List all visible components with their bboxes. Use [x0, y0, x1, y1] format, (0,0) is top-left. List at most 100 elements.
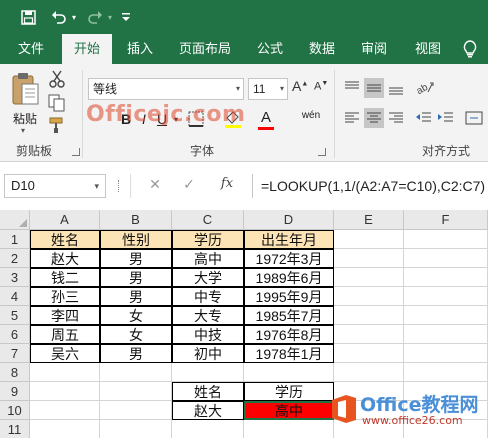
tab-file[interactable]: 文件	[6, 34, 56, 64]
row-header-4[interactable]: 4	[0, 287, 30, 306]
paste-button[interactable]: 粘贴 ▾	[8, 68, 42, 135]
enter-icon[interactable]: ✓	[180, 176, 198, 196]
tell-me-lightbulb-icon[interactable]	[462, 40, 478, 58]
table-cell[interactable]: 1972年3月	[244, 249, 334, 268]
cell-empty[interactable]	[172, 363, 244, 382]
tab-insert[interactable]: 插入	[116, 34, 164, 64]
tab-view[interactable]: 视图	[404, 34, 452, 64]
undo-dropdown-icon[interactable]: ▾	[70, 7, 78, 27]
cut-icon[interactable]	[48, 70, 70, 90]
table-cell[interactable]: 初中	[172, 344, 244, 363]
row-header-3[interactable]: 3	[0, 268, 30, 287]
phonetic-button[interactable]: wén	[298, 104, 324, 126]
row-header-6[interactable]: 6	[0, 325, 30, 344]
increase-indent-icon[interactable]	[436, 108, 456, 128]
column-header-b[interactable]: B	[100, 210, 172, 230]
cell-empty[interactable]	[404, 268, 488, 287]
align-left-icon[interactable]	[342, 108, 362, 128]
lookup-edu-label[interactable]: 学历	[244, 382, 334, 401]
lookup-name-value[interactable]: 赵大	[172, 401, 244, 420]
tab-review[interactable]: 审阅	[350, 34, 398, 64]
column-header-a[interactable]: A	[30, 210, 100, 230]
tab-page-layout[interactable]: 页面布局	[168, 34, 242, 64]
row-header-1[interactable]: 1	[0, 230, 30, 249]
cell-empty[interactable]	[334, 306, 404, 325]
increase-font-icon[interactable]: A▲	[292, 78, 314, 98]
table-cell[interactable]: 周五	[30, 325, 100, 344]
table-cell[interactable]: 孙三	[30, 287, 100, 306]
cell-empty[interactable]	[30, 420, 100, 438]
decrease-indent-icon[interactable]	[414, 108, 434, 128]
formula-bar-grip[interactable]	[118, 180, 121, 192]
name-box[interactable]: D10 ▾	[4, 174, 106, 198]
row-header-8[interactable]: 8	[0, 363, 30, 382]
row-header-10[interactable]: 10	[0, 401, 30, 420]
font-launcher-icon[interactable]	[318, 148, 326, 156]
row-header-7[interactable]: 7	[0, 344, 30, 363]
paste-dropdown-icon[interactable]: ▾	[21, 126, 25, 135]
align-center-icon[interactable]	[364, 108, 384, 128]
redo-dropdown-icon[interactable]: ▾	[106, 7, 114, 27]
merge-center-icon[interactable]	[464, 108, 484, 128]
cell-empty[interactable]	[334, 325, 404, 344]
redo-icon[interactable]	[84, 7, 106, 27]
table-cell[interactable]: 大专	[172, 306, 244, 325]
format-painter-icon[interactable]	[48, 116, 70, 136]
table-cell[interactable]: 1995年9月	[244, 287, 334, 306]
select-all-button[interactable]	[0, 210, 30, 230]
lookup-name-label[interactable]: 姓名	[172, 382, 244, 401]
cell-empty[interactable]	[334, 363, 404, 382]
align-bottom-icon[interactable]	[386, 78, 406, 98]
cell-empty[interactable]	[404, 287, 488, 306]
cell-empty[interactable]	[404, 249, 488, 268]
cell-empty[interactable]	[30, 401, 100, 420]
table-cell[interactable]: 男	[100, 249, 172, 268]
cell-empty[interactable]	[100, 382, 172, 401]
align-right-icon[interactable]	[386, 108, 406, 128]
tab-home[interactable]: 开始	[62, 34, 112, 65]
tab-data[interactable]: 数据	[298, 34, 346, 64]
formula-input[interactable]: =LOOKUP(1,1/(A2:A7=C10),C2:C7)	[252, 174, 488, 198]
table-header-cell[interactable]: 姓名	[30, 230, 100, 249]
cell-empty[interactable]	[100, 401, 172, 420]
lookup-result-cell[interactable]: 高中	[244, 401, 334, 420]
cell-empty[interactable]	[334, 268, 404, 287]
cell-empty[interactable]	[404, 306, 488, 325]
table-cell[interactable]: 1976年8月	[244, 325, 334, 344]
row-header-9[interactable]: 9	[0, 382, 30, 401]
align-middle-icon[interactable]	[364, 78, 384, 98]
table-cell[interactable]: 男	[100, 268, 172, 287]
cancel-icon[interactable]: ✕	[146, 176, 164, 196]
cell-empty[interactable]	[404, 344, 488, 363]
align-top-icon[interactable]	[342, 78, 362, 98]
customize-toolbar-icon[interactable]	[120, 7, 132, 27]
table-cell[interactable]: 赵大	[30, 249, 100, 268]
table-cell[interactable]: 男	[100, 344, 172, 363]
cell-empty[interactable]	[334, 230, 404, 249]
table-header-cell[interactable]: 学历	[172, 230, 244, 249]
table-cell[interactable]: 钱二	[30, 268, 100, 287]
save-icon[interactable]	[18, 7, 38, 27]
orientation-icon[interactable]: ab	[414, 78, 434, 98]
cell-empty[interactable]	[334, 249, 404, 268]
table-header-cell[interactable]: 出生年月	[244, 230, 334, 249]
insert-function-button[interactable]: fx	[216, 176, 238, 196]
table-header-cell[interactable]: 性别	[100, 230, 172, 249]
column-header-f[interactable]: F	[404, 210, 488, 230]
cell-empty[interactable]	[100, 420, 172, 438]
table-cell[interactable]: 女	[100, 306, 172, 325]
cell-empty[interactable]	[30, 382, 100, 401]
table-cell[interactable]: 中技	[172, 325, 244, 344]
cell-empty[interactable]	[404, 363, 488, 382]
row-header-2[interactable]: 2	[0, 249, 30, 268]
tab-formulas[interactable]: 公式	[246, 34, 294, 64]
cell-empty[interactable]	[100, 363, 172, 382]
column-header-c[interactable]: C	[172, 210, 244, 230]
clipboard-launcher-icon[interactable]	[72, 148, 80, 156]
cell-empty[interactable]	[244, 363, 334, 382]
cell-empty[interactable]	[404, 325, 488, 344]
row-header-11[interactable]: 11	[0, 420, 30, 438]
font-size-select[interactable]: 11 ▾	[248, 78, 288, 100]
table-cell[interactable]: 大学	[172, 268, 244, 287]
cell-empty[interactable]	[334, 344, 404, 363]
